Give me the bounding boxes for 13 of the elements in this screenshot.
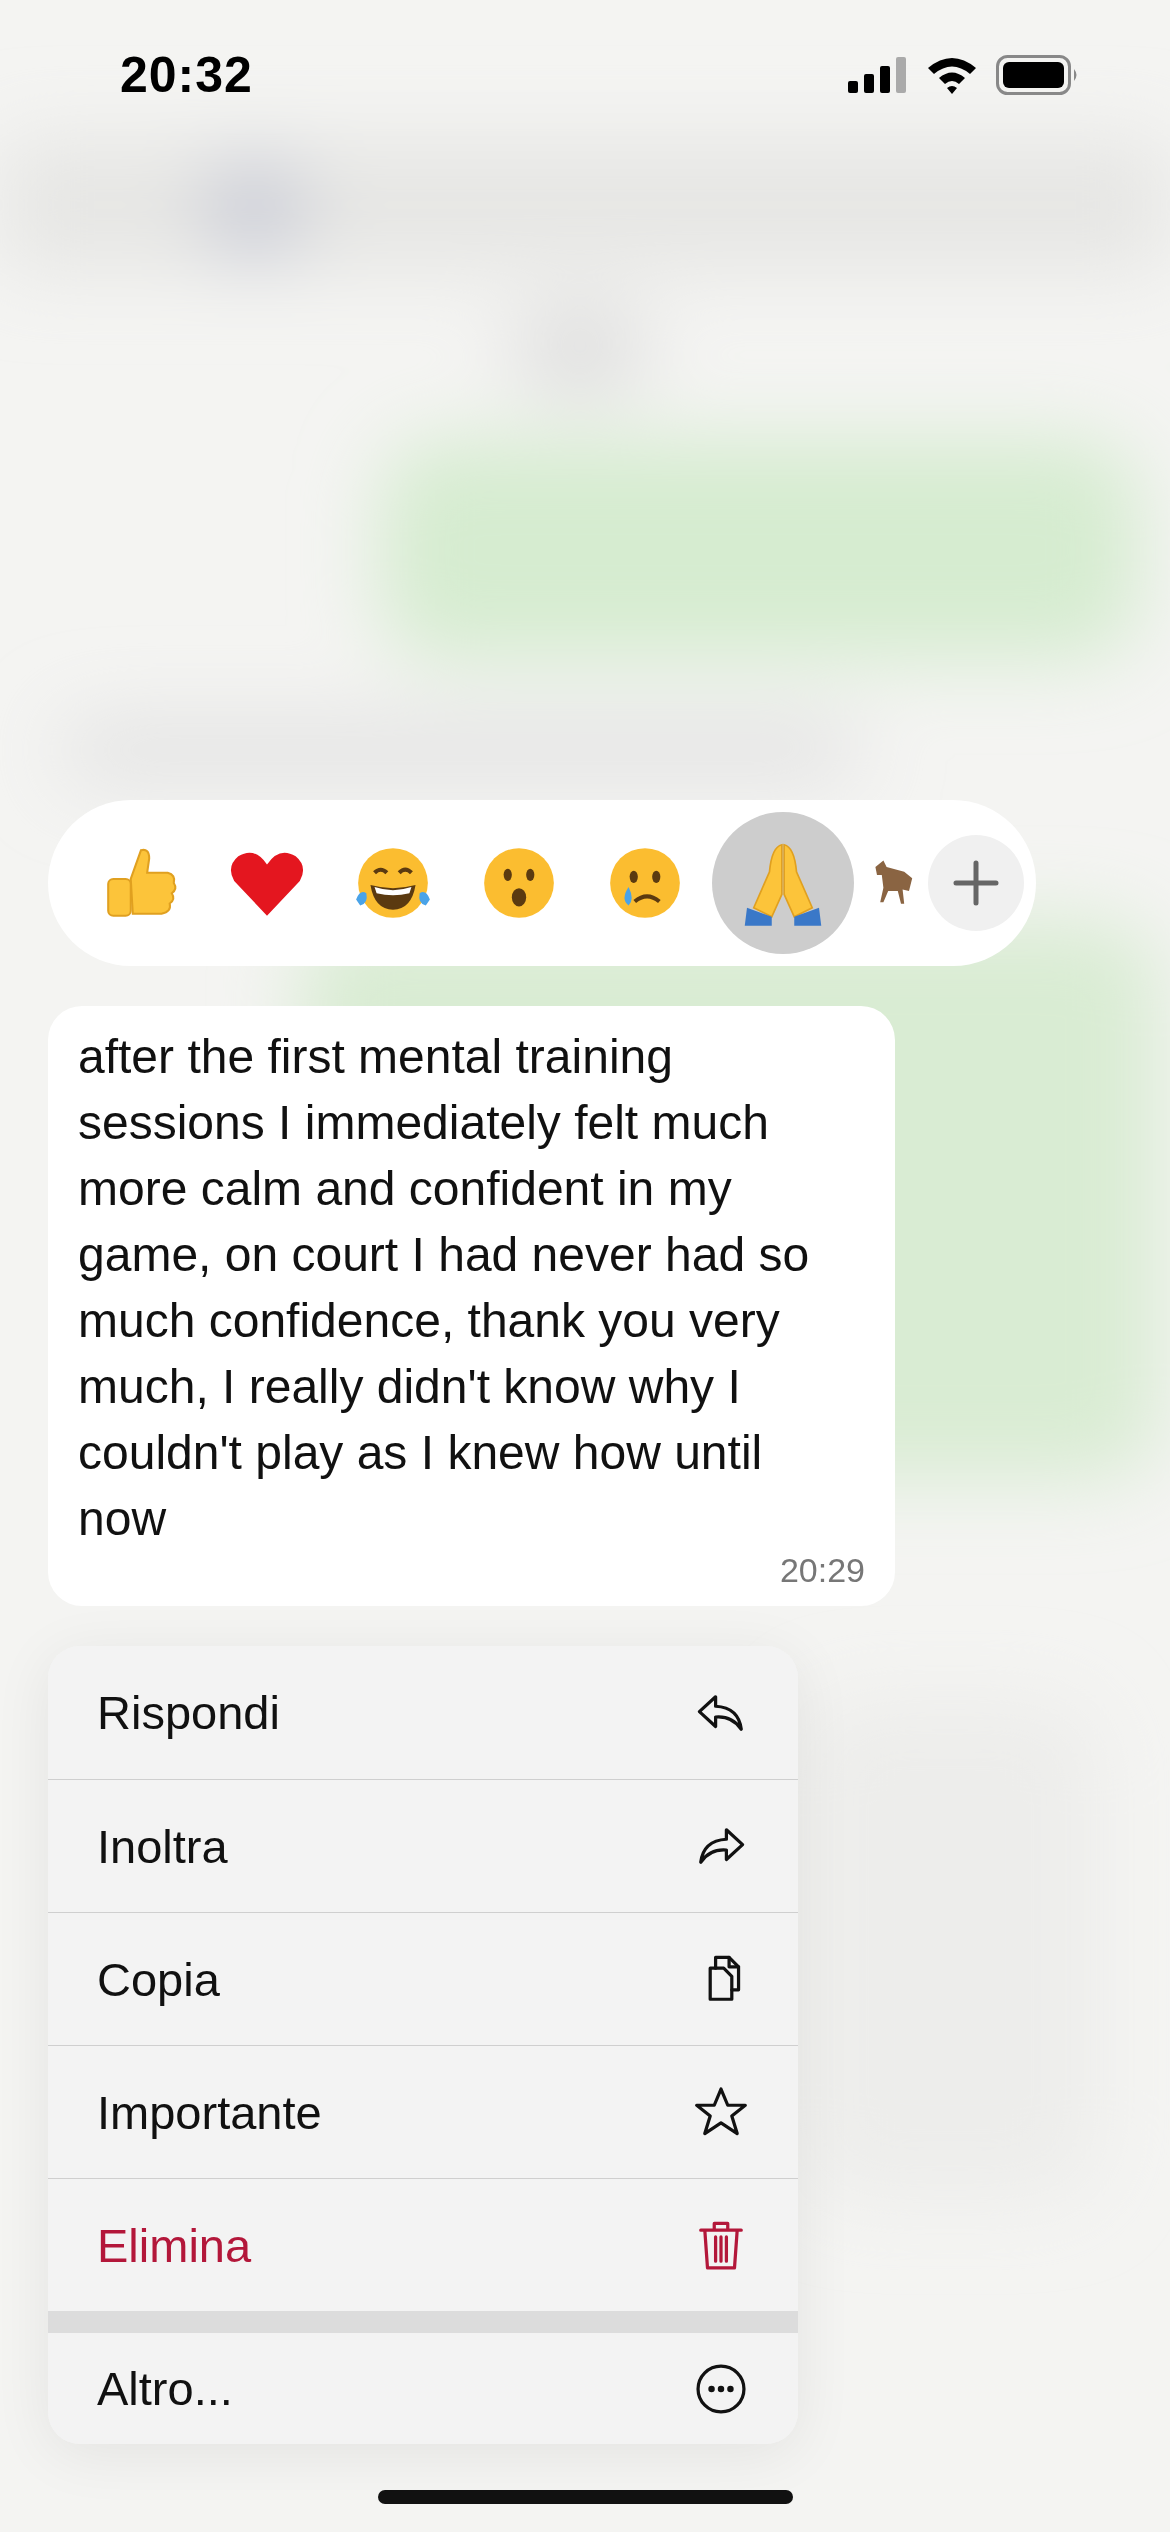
more-icon bbox=[694, 2361, 748, 2416]
status-time: 20:32 bbox=[120, 46, 253, 104]
menu-item[interactable]: Altro... bbox=[48, 2311, 798, 2444]
wifi-icon bbox=[926, 56, 978, 94]
menu-item[interactable]: Rispondi bbox=[48, 1646, 798, 1779]
menu-item[interactable]: Copia bbox=[48, 1912, 798, 2045]
message-text: after the first mental training sessions I immediately felt much more calm and confident in my game, on court I had never had so much confidence, thank you very much, I really didn't know why I couldn't play as I knew how until now bbox=[78, 1029, 811, 1547]
menu-item[interactable]: Elimina bbox=[48, 2178, 798, 2311]
signal-icon bbox=[848, 57, 908, 93]
plus-icon bbox=[952, 859, 1000, 907]
menu-item[interactable]: Importante bbox=[48, 2045, 798, 2178]
menu-item[interactable]: Inoltra bbox=[48, 1779, 798, 1912]
message-time: 20:29 bbox=[779, 1552, 865, 1588]
